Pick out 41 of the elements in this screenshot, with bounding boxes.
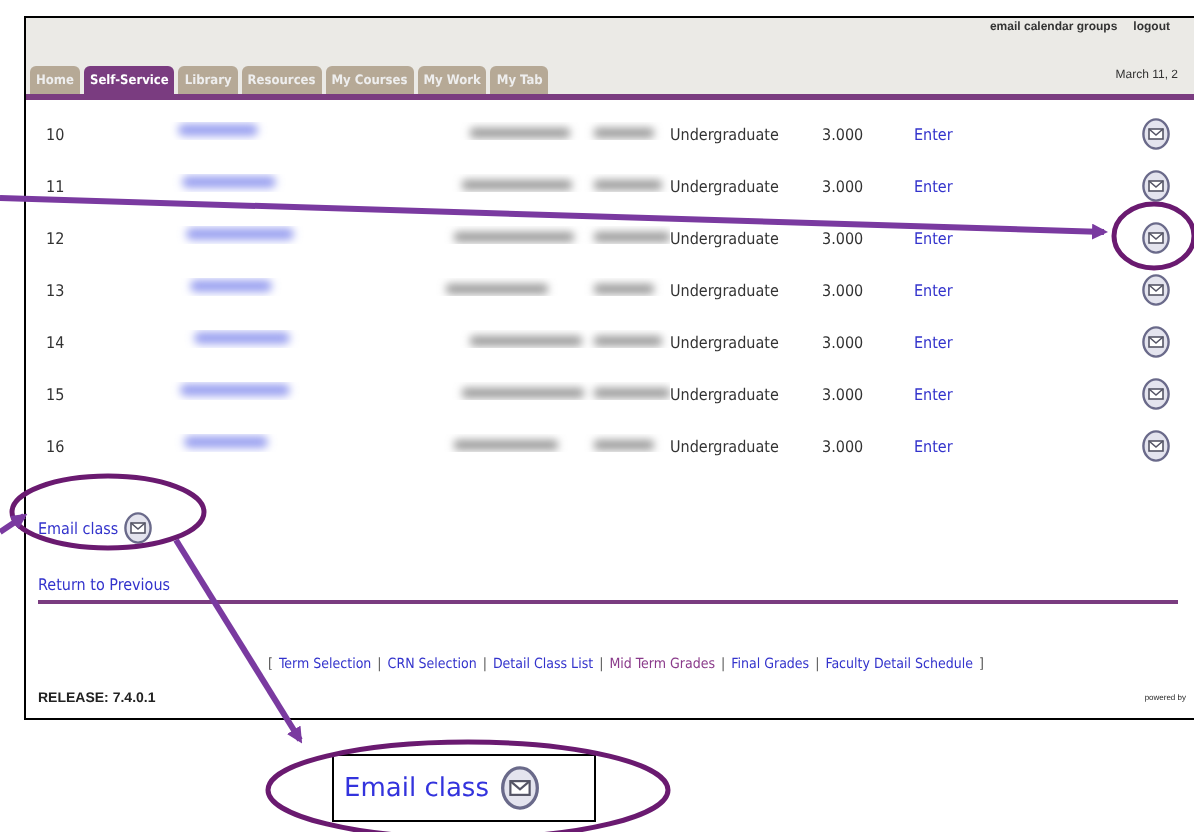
credit-hours: 3.000 — [822, 229, 866, 247]
row-number: 13 — [44, 281, 67, 299]
enter-link[interactable]: Enter — [914, 385, 994, 403]
level-text: Undergraduate — [670, 385, 781, 403]
return-link[interactable]: Return to Previous — [38, 576, 171, 594]
email-icon[interactable] — [1142, 118, 1170, 150]
level-text: Undergraduate — [670, 125, 781, 143]
email-icon[interactable] — [500, 766, 541, 810]
row-number: 11 — [44, 177, 67, 195]
email-class-link[interactable]: Email class — [344, 773, 489, 803]
enter-link[interactable]: Enter — [914, 281, 994, 299]
enter-link[interactable]: Enter — [914, 125, 994, 143]
enter-link[interactable]: Enter — [914, 333, 994, 351]
enter-link[interactable]: Enter — [914, 177, 994, 195]
level-text: Undergraduate — [670, 229, 781, 247]
credit-hours: 3.000 — [822, 333, 866, 351]
level-text: Undergraduate — [670, 333, 781, 351]
row-number: 14 — [44, 333, 67, 351]
row-number: 16 — [44, 437, 67, 455]
email-icon[interactable] — [124, 512, 153, 544]
email-icon[interactable] — [1142, 222, 1170, 254]
credit-hours: 3.000 — [822, 177, 866, 195]
credit-hours: 3.000 — [822, 125, 866, 143]
email-icon[interactable] — [1142, 170, 1170, 202]
credit-hours: 3.000 — [822, 385, 866, 403]
email-icon[interactable] — [1142, 378, 1170, 410]
email-icon[interactable] — [1142, 430, 1170, 462]
row-number: 12 — [44, 229, 67, 247]
row-number: 15 — [44, 385, 67, 403]
level-text: Undergraduate — [670, 177, 781, 195]
level-text: Undergraduate — [670, 437, 781, 455]
email-icon[interactable] — [1142, 274, 1170, 306]
level-text: Undergraduate — [670, 281, 781, 299]
enter-link[interactable]: Enter — [914, 437, 994, 455]
row-number: 10 — [44, 125, 67, 143]
enter-link[interactable]: Enter — [914, 229, 994, 247]
credit-hours: 3.000 — [822, 437, 866, 455]
email-icon[interactable] — [1142, 326, 1170, 358]
email-class-link[interactable]: Email class — [38, 512, 153, 544]
credit-hours: 3.000 — [822, 281, 866, 299]
annotation-arrow — [0, 513, 28, 535]
